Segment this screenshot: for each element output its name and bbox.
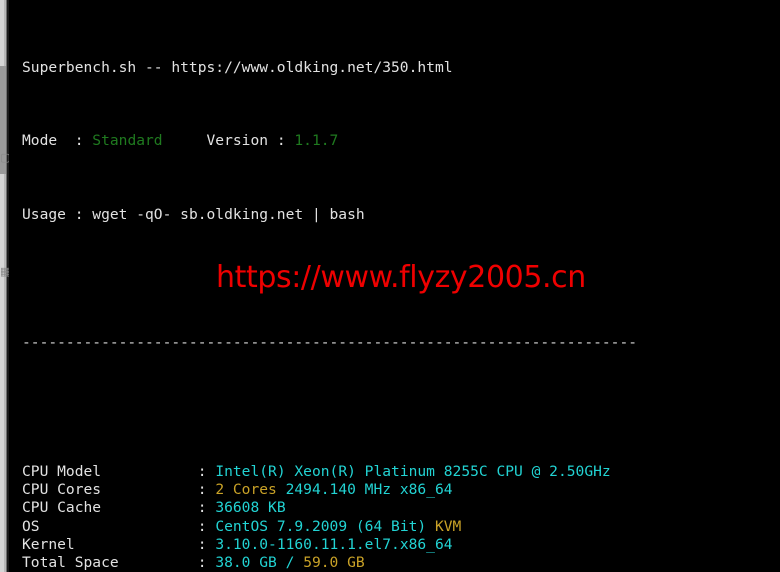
- system-info-row: CPU Cores : 2 Cores 2494.140 MHz x86_64: [9, 481, 780, 499]
- system-info-value: /: [285, 554, 304, 572]
- system-info-value: 38.0 GB: [215, 554, 286, 572]
- system-info-label: CPU Cache: [22, 499, 198, 517]
- version-value: 1.1.7: [294, 132, 339, 150]
- gutter-glyph-lower: ▦: [0, 265, 11, 278]
- system-info-value: 2494.140 MHz: [285, 480, 400, 498]
- usage-label: Usage :: [22, 205, 93, 223]
- system-info-row: Total Space : 38.0 GB / 59.0 GB: [9, 554, 780, 572]
- system-info-row: CPU Cache : 36608 KB: [9, 499, 780, 517]
- usage-line: Usage : wget -qO- sb.oldking.net | bash: [9, 206, 780, 224]
- window-left-edge: ▢ ▦: [0, 0, 11, 572]
- system-info-value: CentOS 7.9.2009 (64 Bit): [215, 517, 435, 535]
- mode-label: Mode :: [22, 132, 93, 150]
- system-info-row: Kernel : 3.10.0-1160.11.1.el7.x86_64: [9, 536, 780, 554]
- system-info-label: OS: [22, 517, 198, 535]
- system-info-separator: :: [197, 499, 216, 517]
- system-info-value: 36608 KB: [215, 499, 286, 517]
- version-label: Version :: [162, 132, 295, 150]
- system-info-label: Kernel: [22, 535, 198, 553]
- gutter-glyph-upper: ▢: [0, 151, 11, 164]
- system-info-label: CPU Model: [22, 462, 198, 480]
- mode-version-line: Mode : Standard Version : 1.1.7: [9, 132, 780, 150]
- system-info-block: CPU Model : Intel(R) Xeon(R) Platinum 82…: [9, 463, 780, 572]
- usage-command: wget -qO- sb.oldking.net | bash: [92, 205, 365, 223]
- system-info-separator: :: [197, 517, 216, 535]
- system-info-row: CPU Model : Intel(R) Xeon(R) Platinum 82…: [9, 463, 780, 481]
- script-title: Superbench.sh -- https://www.oldking.net…: [22, 59, 453, 77]
- separator-1: ----------------------------------------…: [22, 334, 638, 352]
- mode-value: Standard: [92, 132, 163, 150]
- system-info-value: 2 Cores: [215, 480, 286, 498]
- system-info-value: 3.10.0-1160.11.1.el7.x86_64: [215, 535, 453, 553]
- system-info-label: Total Space: [22, 554, 198, 572]
- system-info-value: 59.0 GB: [303, 554, 365, 572]
- system-info-separator: :: [197, 462, 216, 480]
- system-info-separator: :: [197, 535, 216, 553]
- title-line: Superbench.sh -- https://www.oldking.net…: [9, 59, 780, 77]
- system-info-value: Intel(R) Xeon(R) Platinum 8255C CPU @ 2.…: [215, 462, 611, 480]
- system-info-separator: :: [197, 480, 216, 498]
- system-info-value: KVM: [434, 517, 462, 535]
- terminal-window: ▢ ▦ Superbench.sh -- https://www.oldking…: [0, 0, 780, 572]
- system-info-row: OS : CentOS 7.9.2009 (64 Bit) KVM: [9, 518, 780, 536]
- terminal-output: Superbench.sh -- https://www.oldking.net…: [9, 0, 780, 572]
- system-info-value: x86_64: [399, 480, 453, 498]
- system-info-label: CPU Cores: [22, 480, 198, 498]
- system-info-separator: :: [197, 554, 216, 572]
